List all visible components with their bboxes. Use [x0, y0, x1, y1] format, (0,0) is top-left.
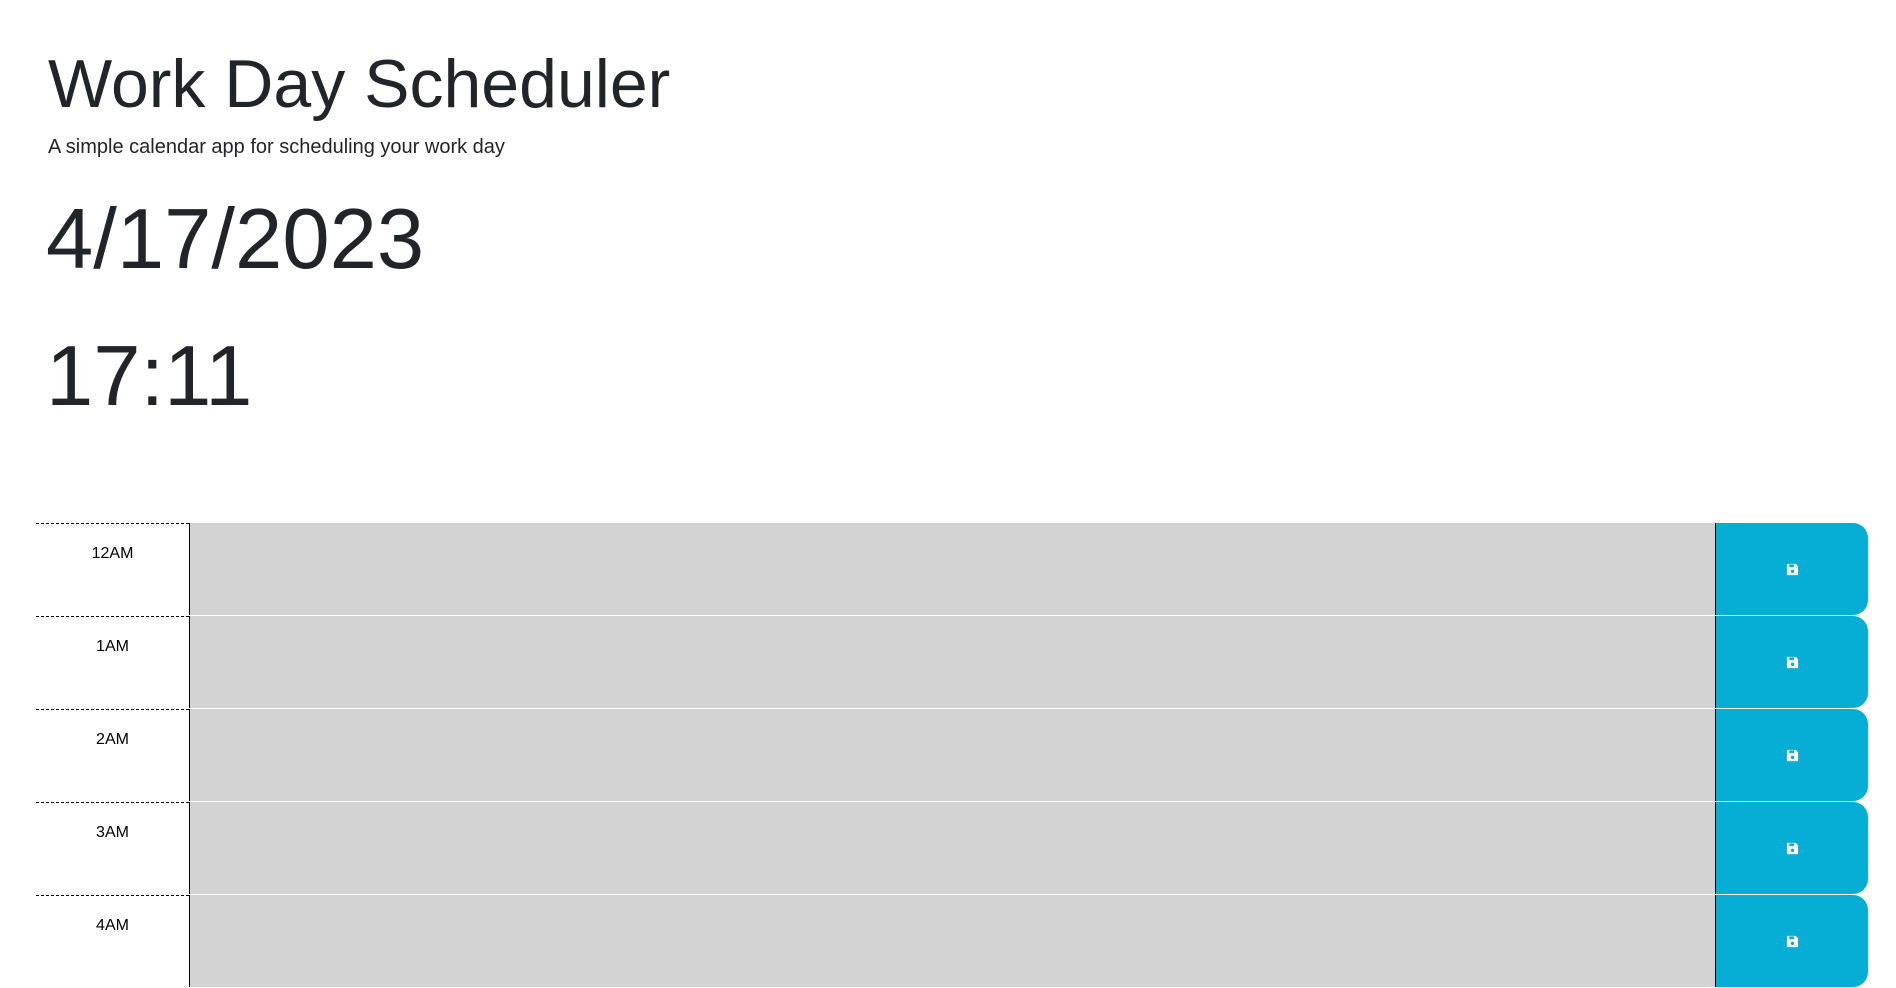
save-icon	[1786, 563, 1799, 576]
page-subtitle: A simple calendar app for scheduling you…	[48, 136, 505, 158]
save-icon	[1786, 749, 1799, 762]
save-button[interactable]	[1715, 616, 1868, 708]
save-button[interactable]	[1715, 709, 1868, 801]
time-block-row: 3AM	[36, 802, 1868, 895]
time-block-row: 12AM	[36, 523, 1868, 616]
current-date: 4/17/2023	[46, 192, 425, 287]
hour-label: 12AM	[36, 523, 189, 615]
event-description-input[interactable]	[189, 895, 1715, 987]
hour-label: 2AM	[36, 709, 189, 801]
save-icon	[1786, 935, 1799, 948]
event-description-input[interactable]	[189, 616, 1715, 708]
current-time: 17:11	[46, 329, 253, 424]
event-description-input[interactable]	[189, 802, 1715, 894]
save-button[interactable]	[1715, 523, 1868, 615]
event-description-input[interactable]	[189, 523, 1715, 615]
time-block-row: 1AM	[36, 616, 1868, 709]
save-button[interactable]	[1715, 895, 1868, 987]
hour-label: 3AM	[36, 802, 189, 894]
page-title: Work Day Scheduler	[48, 46, 671, 122]
save-icon	[1786, 656, 1799, 669]
time-block-row: 2AM	[36, 709, 1868, 802]
hour-label: 1AM	[36, 616, 189, 708]
hour-label: 4AM	[36, 895, 189, 987]
save-button[interactable]	[1715, 802, 1868, 894]
event-description-input[interactable]	[189, 709, 1715, 801]
save-icon	[1786, 842, 1799, 855]
time-block-list: 12AM 1AM 2AM 3AM 4AM	[36, 523, 1868, 988]
time-block-row: 4AM	[36, 895, 1868, 988]
